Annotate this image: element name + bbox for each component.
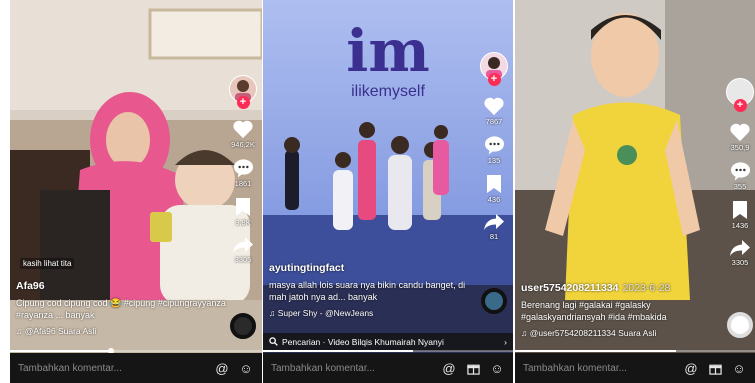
video-sticker-text: kasih lihat tita (20, 258, 75, 269)
comment-bar: Tambahkan komentar... @ ☺ (263, 353, 513, 383)
comment-input[interactable]: Tambahkan komentar... (18, 363, 206, 374)
save-count: 1436 (731, 221, 749, 230)
comment-count: 1861 (234, 179, 252, 188)
video-progress-fill (515, 350, 676, 352)
video-description: Berenang lagi #galakai #galasky #galasky… (521, 300, 667, 322)
comment-input[interactable]: Tambahkan komentar... (271, 363, 433, 374)
music-track[interactable]: ♫ Super Shy - @NewJeans (269, 308, 477, 318)
bookmark-icon[interactable] (235, 197, 251, 217)
video-progress-bar[interactable] (515, 350, 755, 352)
video-panel-1[interactable]: kasih lihat tita + 946,2K 1861 3,8K 3305… (10, 0, 262, 383)
post-date: 2023-6-28 (622, 282, 671, 294)
save-count: 436 (487, 195, 501, 204)
video-progress-bar[interactable] (263, 350, 513, 352)
creator-username[interactable]: Afa96 (16, 280, 226, 292)
heart-icon[interactable] (483, 96, 505, 116)
share-icon[interactable] (729, 239, 751, 257)
at-icon[interactable]: @ (683, 360, 699, 376)
at-icon[interactable]: @ (441, 360, 457, 376)
share-icon[interactable] (232, 236, 254, 254)
at-icon[interactable]: @ (214, 360, 230, 376)
music-track[interactable]: ♫ @user5754208211334 Suara Asli (521, 328, 725, 338)
comment-icon[interactable] (233, 158, 254, 178)
bookmark-icon[interactable] (486, 174, 502, 194)
show-logo-mark: im (346, 17, 430, 85)
bookmark-icon[interactable] (732, 200, 748, 220)
heart-icon[interactable] (729, 122, 751, 142)
video-panel-2[interactable]: im ilikemyself + 7867 135 436 81 ayuting… (263, 0, 513, 383)
comment-icon[interactable] (484, 135, 505, 155)
related-search-bar[interactable]: Pencarian · Video Bilqis Khumairah Nyany… (263, 333, 513, 351)
emoji-icon[interactable]: ☺ (238, 360, 254, 376)
share-count: 81 (489, 232, 499, 241)
share-count: 3305 (234, 255, 252, 264)
video-description: masya allah lois suara nya bikin candu b… (269, 280, 466, 302)
emoji-icon[interactable]: ☺ (489, 360, 505, 376)
video-caption-block: user5754208211334 2023-6-28 Berenang lagi… (521, 282, 725, 338)
creator-username[interactable]: ayutingtingfact (269, 262, 477, 274)
comment-bar: Tambahkan komentar... @ ☺ (515, 353, 755, 383)
video-progress-fill (10, 350, 111, 352)
follow-button[interactable]: + (733, 99, 747, 112)
like-count: 350,9 (730, 143, 750, 152)
music-track[interactable]: ♫ @Afa96 Suara Asli (16, 326, 226, 336)
share-count: 3305 (731, 258, 749, 267)
music-disc[interactable] (481, 288, 507, 314)
like-count: 946,2K (231, 140, 255, 149)
like-count: 7867 (485, 117, 503, 126)
video-panel-3[interactable]: + 350,9 355 1436 3305 user5754208211334 2… (515, 0, 755, 383)
heart-icon[interactable] (232, 119, 254, 139)
video-description: Cipung cod cipung cod 😂 #cipung #cipungr… (16, 298, 226, 320)
comment-input[interactable]: Tambahkan komentar... (523, 363, 675, 374)
music-disc[interactable] (230, 313, 256, 339)
action-rail: + 946,2K 1861 3,8K 3305 (228, 75, 258, 273)
video-progress-fill (263, 350, 413, 352)
comment-count: 135 (487, 156, 501, 165)
video-progress-bar[interactable] (10, 348, 262, 354)
share-icon[interactable] (483, 213, 505, 231)
comment-icon[interactable] (730, 161, 751, 181)
chevron-right-icon: › (504, 337, 507, 347)
save-count: 3,8K (235, 218, 251, 227)
creator-username[interactable]: user5754208211334 2023-6-28 (521, 282, 725, 294)
follow-button[interactable]: + (487, 73, 501, 86)
gift-icon[interactable] (707, 360, 723, 376)
follow-button[interactable]: + (236, 96, 250, 109)
emoji-icon[interactable]: ☺ (731, 360, 747, 376)
video-caption-block: ayutingtingfact masya allah lois suara n… (269, 262, 477, 318)
related-search-text: Pencarian · Video Bilqis Khumairah Nyany… (282, 337, 444, 347)
comment-count: 355 (733, 182, 747, 191)
comment-bar: Tambahkan komentar... @ ☺ (10, 353, 262, 383)
gift-icon[interactable] (465, 360, 481, 376)
music-disc[interactable] (727, 312, 753, 338)
action-rail: + 350,9 355 1436 3305 (725, 78, 755, 276)
action-rail: + 7867 135 436 81 (479, 52, 509, 250)
show-logo-text: ilikemyself (351, 83, 425, 100)
search-icon (269, 336, 278, 348)
video-caption-block: Afa96 Cipung cod cipung cod 😂 #cipung #c… (16, 280, 226, 336)
